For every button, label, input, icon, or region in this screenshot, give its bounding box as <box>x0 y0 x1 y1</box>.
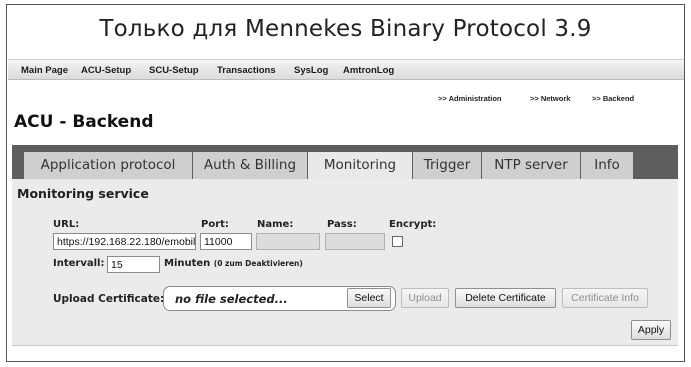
select-button[interactable]: Select <box>347 288 391 308</box>
top-navigation: Main Page ACU-Setup SCU-Setup Transactio… <box>8 59 684 80</box>
name-label: Name: <box>257 219 294 230</box>
encrypt-label: Encrypt: <box>389 219 437 230</box>
apply-button[interactable]: Apply <box>631 320 671 340</box>
interval-unit-text: Minuten <box>164 258 211 269</box>
certificate-info-button[interactable]: Certificate Info <box>562 288 648 308</box>
pass-label: Pass: <box>327 219 357 230</box>
url-label: URL: <box>53 219 80 230</box>
interval-label: Intervall: <box>53 258 105 269</box>
encrypt-checkbox[interactable] <box>392 236 403 247</box>
url-input[interactable]: https://192.168.22.180/emobility <box>53 233 196 250</box>
breadcrumb-network[interactable]: >> Network <box>530 94 570 103</box>
interval-input[interactable]: 15 <box>107 256 160 273</box>
breadcrumb-administration[interactable]: >> Administration <box>438 94 501 103</box>
tab-ntp-server[interactable]: NTP server <box>482 152 580 179</box>
tab-info[interactable]: Info <box>581 152 633 179</box>
banner-title: Только для Mennekes Binary Protocol 3.9 <box>99 16 592 42</box>
tab-auth-billing[interactable]: Auth & Billing <box>193 152 307 179</box>
port-label: Port: <box>201 219 229 230</box>
tab-trigger[interactable]: Trigger <box>413 152 481 179</box>
tab-bar: Application protocol Auth & Billing Moni… <box>12 145 678 179</box>
interval-hint: (0 zum Deaktivieren) <box>213 259 303 268</box>
upload-certificate-label: Upload Certificate: <box>53 293 165 305</box>
nav-scu-setup[interactable]: SCU-Setup <box>149 65 199 76</box>
upload-file-text: no file selected... <box>175 292 288 306</box>
nav-syslog[interactable]: SysLog <box>294 65 328 76</box>
breadcrumb-backend[interactable]: >> Backend <box>592 94 634 103</box>
interval-unit: Minuten (0 zum Deaktivieren) <box>164 258 303 269</box>
tab-monitoring[interactable]: Monitoring <box>308 152 412 179</box>
delete-certificate-button[interactable]: Delete Certificate <box>455 288 556 308</box>
upload-button[interactable]: Upload <box>401 288 449 308</box>
page-title: ACU - Backend <box>14 112 154 132</box>
pass-input[interactable] <box>325 233 385 250</box>
nav-amtronlog[interactable]: AmtronLog <box>343 65 394 76</box>
section-title: Monitoring service <box>17 186 149 201</box>
tab-application-protocol[interactable]: Application protocol <box>24 152 192 179</box>
name-input[interactable] <box>256 233 320 250</box>
nav-acu-setup[interactable]: ACU-Setup <box>81 65 131 76</box>
nav-main-page[interactable]: Main Page <box>21 65 68 76</box>
port-input[interactable]: 11000 <box>200 233 252 250</box>
nav-transactions[interactable]: Transactions <box>217 65 276 76</box>
